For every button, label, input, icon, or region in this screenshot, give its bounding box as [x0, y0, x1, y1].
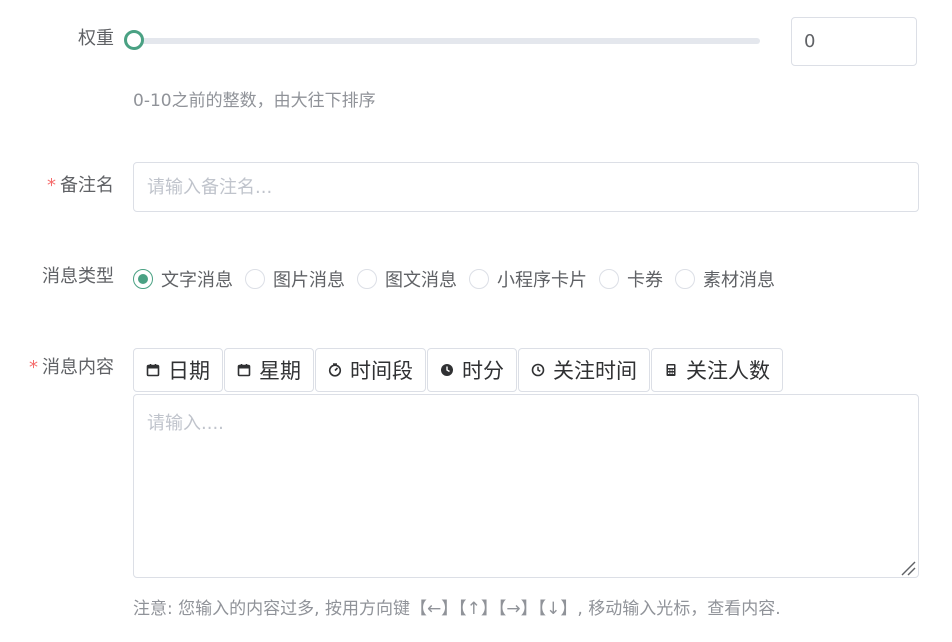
message-type-radio-group: 文字消息 图片消息 图文消息 小程序卡片 卡券 素材消息: [133, 266, 787, 292]
radio-button[interactable]: [469, 269, 489, 289]
radio-material-message[interactable]: 素材消息: [675, 266, 775, 292]
calendar-icon: [237, 364, 251, 377]
tool-label: 星期: [259, 359, 301, 383]
radio-label: 图片消息: [273, 270, 345, 291]
radio-miniprogram-card[interactable]: 小程序卡片: [469, 266, 587, 292]
radio-coupon[interactable]: 卡券: [599, 266, 663, 292]
insert-weekday-button[interactable]: 星期: [224, 348, 314, 392]
radio-label: 素材消息: [703, 270, 775, 291]
radio-label: 图文消息: [385, 270, 457, 291]
clock-icon: [531, 363, 545, 377]
required-mark: *: [29, 357, 38, 378]
radio-label: 小程序卡片: [497, 270, 587, 291]
insert-follow-time-button[interactable]: 关注时间: [518, 348, 650, 392]
resize-handle-icon[interactable]: [900, 560, 916, 576]
calendar-icon: [146, 364, 160, 377]
weight-input[interactable]: [791, 17, 917, 66]
insert-follower-count-button[interactable]: 关注人数: [651, 348, 783, 392]
radio-button[interactable]: [599, 269, 619, 289]
remark-label: * 备注名: [47, 174, 114, 198]
weight-tip: 0-10之前的整数，由大往下排序: [133, 91, 376, 111]
message-form: 权重 0-10之前的整数，由大往下排序 *备注名 消息类型 文字消息 图片消息 …: [0, 0, 952, 642]
calculator-icon: [666, 364, 676, 376]
timer-icon: [328, 363, 342, 377]
message-content-label: * 消息内容: [29, 356, 114, 380]
radio-button[interactable]: [245, 269, 265, 289]
tool-label: 关注时间: [553, 359, 637, 383]
message-type-label: 消息类型: [42, 265, 114, 289]
insert-hour-minute-button[interactable]: 时分: [427, 348, 517, 392]
radio-button[interactable]: [357, 269, 377, 289]
radio-image-message[interactable]: 图片消息: [245, 266, 345, 292]
weight-slider-handle[interactable]: [124, 30, 144, 50]
weight-slider-track[interactable]: [134, 38, 760, 44]
required-mark: *: [47, 175, 56, 196]
clock-filled-icon: [441, 364, 453, 376]
weight-slider[interactable]: [124, 30, 760, 52]
weight-label: 权重: [78, 27, 114, 51]
insert-time-period-button[interactable]: 时间段: [315, 348, 426, 392]
tool-label: 时分: [462, 359, 504, 383]
radio-label: 卡券: [627, 270, 663, 291]
tool-label: 时间段: [350, 359, 413, 383]
radio-news-message[interactable]: 图文消息: [357, 266, 457, 292]
tool-label: 日期: [168, 359, 210, 383]
radio-button-checked[interactable]: [133, 269, 153, 289]
radio-text-message[interactable]: 文字消息: [133, 266, 233, 292]
remark-input[interactable]: [133, 162, 919, 212]
message-content-textarea[interactable]: [133, 394, 919, 578]
message-content-label-text: 消息内容: [42, 357, 114, 378]
weight-label-text: 权重: [78, 28, 114, 49]
radio-label: 文字消息: [161, 270, 233, 291]
content-tip: 注意: 您输入的内容过多, 按用方向键【←】【↑】【→】【↓】, 移动输入光标，…: [133, 599, 781, 619]
message-type-label-text: 消息类型: [42, 266, 114, 287]
tool-label: 关注人数: [686, 359, 770, 383]
content-toolbar: 日期 星期 时间段 时分 关注时间 关注人数: [133, 348, 784, 392]
insert-date-button[interactable]: 日期: [133, 348, 223, 392]
radio-button[interactable]: [675, 269, 695, 289]
remark-label-text: 备注名: [60, 175, 114, 196]
